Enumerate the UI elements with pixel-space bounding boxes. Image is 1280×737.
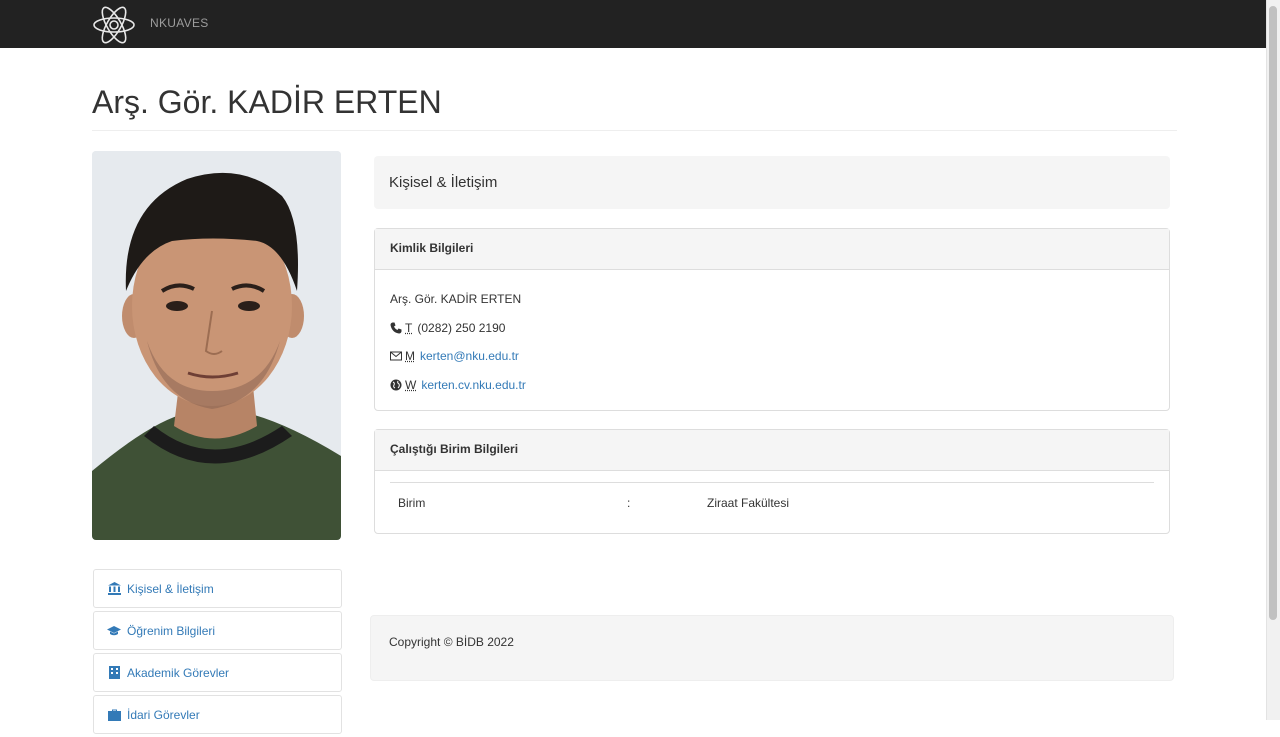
- menu-item-personal-contact[interactable]: Kişisel & İletişim: [93, 569, 342, 608]
- phone-abbr: T: [405, 320, 413, 335]
- menu-item-label: Akademik Görevler: [127, 665, 230, 680]
- identity-panel-heading: Kimlik Bilgileri: [375, 229, 1169, 270]
- menu-item-label: İdari Görevler: [127, 707, 200, 722]
- identity-panel: Kimlik Bilgileri Arş. Gör. KADİR ERTEN T…: [374, 228, 1170, 411]
- email-row: M kerten@nku.edu.tr: [390, 342, 1154, 371]
- phone-row: T (0282) 250 2190: [390, 314, 1154, 343]
- menu-item-academic-duties[interactable]: Akademik Görevler: [93, 653, 342, 692]
- globe-icon: [390, 379, 402, 391]
- scrollbar-thumb[interactable]: [1269, 6, 1277, 620]
- page-title: Arş. Gör. KADİR ERTEN: [92, 84, 442, 120]
- unit-value: Ziraat Fakültesi: [707, 496, 790, 510]
- website-link[interactable]: kerten.cv.nku.edu.tr: [421, 378, 526, 392]
- unit-panel: Çalıştığı Birim Bilgileri Birim : Ziraat…: [374, 429, 1170, 534]
- identity-name-row: Arş. Gör. KADİR ERTEN: [390, 285, 1154, 314]
- menu-item-label: Kişisel & İletişim: [127, 581, 214, 596]
- unit-row: Birim : Ziraat Fakültesi: [390, 482, 1154, 522]
- web-abbr: W: [405, 377, 417, 392]
- vertical-scrollbar[interactable]: [1266, 0, 1280, 720]
- top-navbar: NKUAVES: [0, 0, 1266, 48]
- brand-name[interactable]: NKUAVES: [150, 16, 209, 30]
- footer: Copyright © BİDB 2022: [370, 615, 1174, 681]
- unit-label: Birim: [398, 496, 426, 510]
- copyright-text: Copyright © BİDB 2022: [389, 635, 514, 649]
- email-link[interactable]: kerten@nku.edu.tr: [420, 349, 519, 363]
- menu-item-education[interactable]: Öğrenim Bilgileri: [93, 611, 342, 650]
- email-abbr: M: [405, 349, 415, 364]
- building-icon: [107, 666, 121, 679]
- unit-panel-heading: Çalıştığı Birim Bilgileri: [375, 430, 1169, 471]
- bank-icon: [107, 582, 121, 595]
- person-name: Arş. Gör. KADİR ERTEN: [390, 292, 522, 307]
- section-title: Kişisel & İletişim: [374, 156, 1170, 209]
- menu-item-administrative-duties[interactable]: İdari Görevler: [93, 695, 342, 734]
- phone-number: (0282) 250 2190: [417, 320, 506, 335]
- menu-item-label: Öğrenim Bilgileri: [127, 623, 216, 638]
- side-menu: Kişisel & İletişim Öğrenim Bilgileri Aka…: [93, 569, 342, 737]
- title-divider: [92, 130, 1177, 131]
- phone-icon: [390, 322, 402, 334]
- profile-photo: [92, 151, 341, 540]
- atom-logo-icon[interactable]: [91, 4, 137, 46]
- envelope-icon: [390, 351, 402, 361]
- briefcase-icon: [107, 708, 121, 721]
- graduation-cap-icon: [107, 624, 121, 637]
- unit-separator: :: [627, 496, 631, 510]
- website-row: W kerten.cv.nku.edu.tr: [390, 371, 1154, 400]
